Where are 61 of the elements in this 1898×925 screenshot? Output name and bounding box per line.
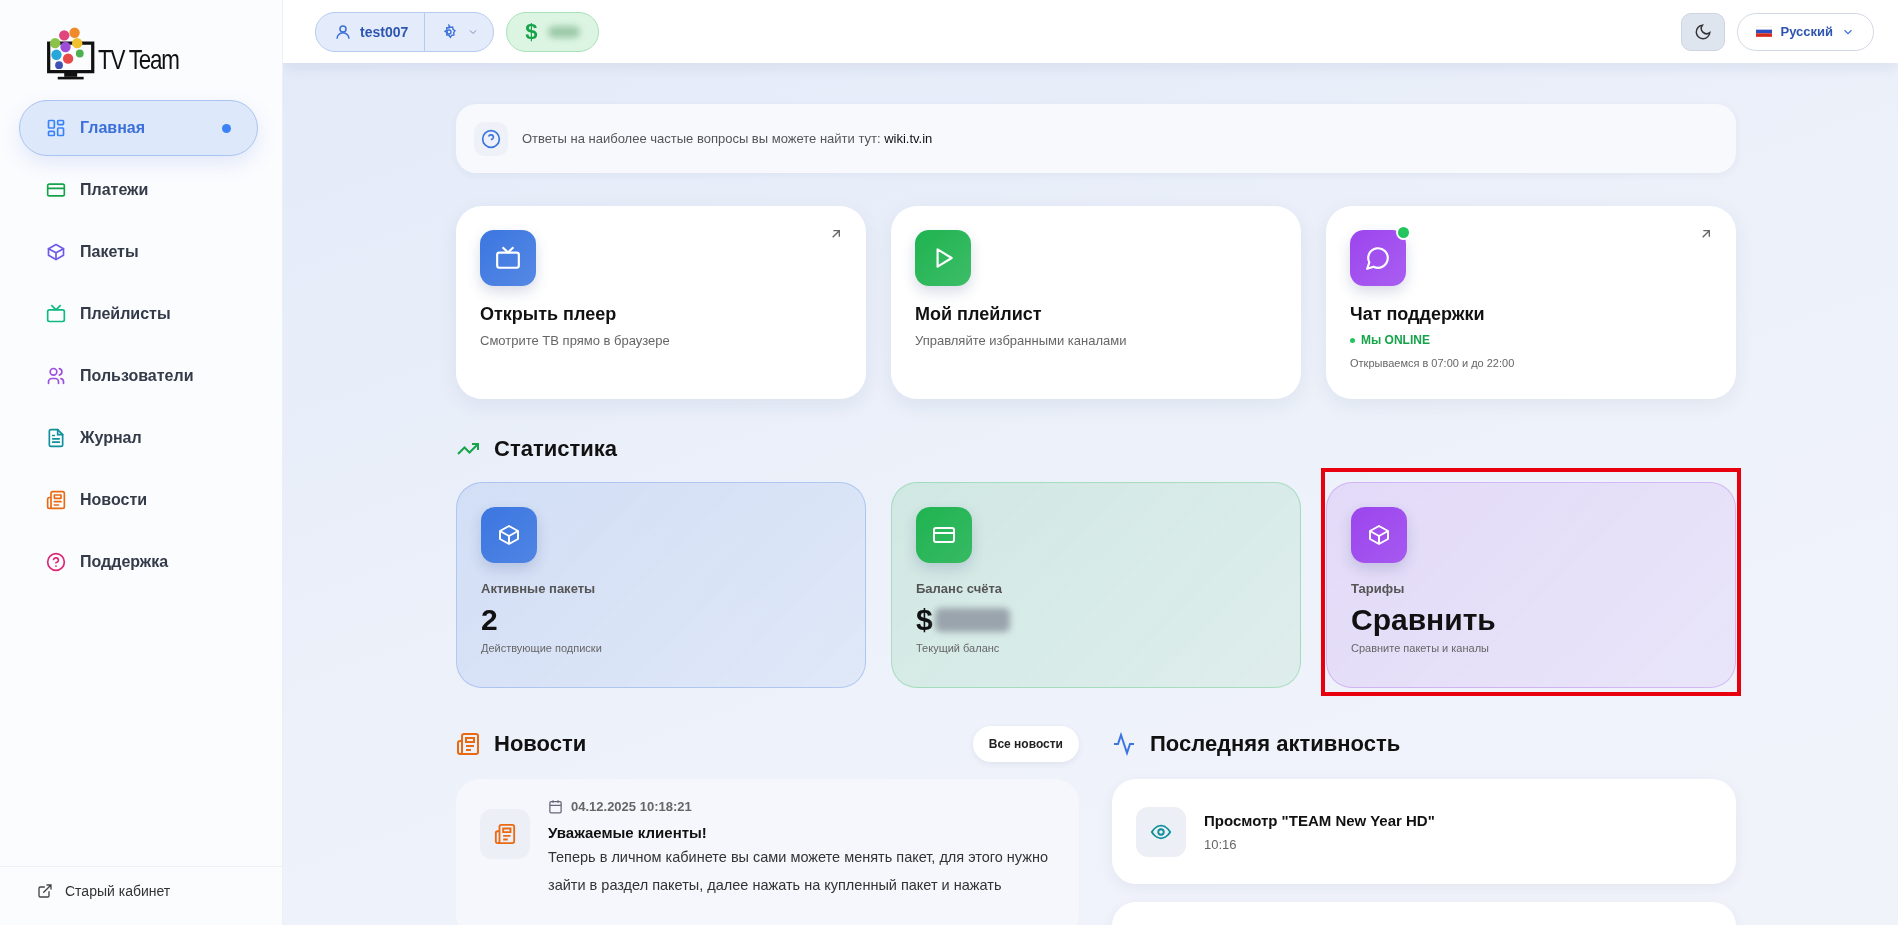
sidebar-item[interactable]: Поддержка [19, 534, 258, 590]
sidebar-item[interactable]: Пакеты [19, 224, 258, 280]
card-title: Мой плейлист [915, 304, 1043, 325]
card-subtitle: Смотрите ТВ прямо в браузере [480, 333, 671, 348]
stat-label: Баланс счёта [916, 581, 1004, 596]
stat-card[interactable]: Тарифы Сравнить Сравните пакеты и каналы [1326, 482, 1736, 688]
dollar-sign: $ [525, 18, 538, 45]
sidebar-item[interactable]: Новости [19, 472, 258, 528]
old-cabinet-link[interactable]: Старый кабинет [37, 883, 171, 899]
active-dot [222, 123, 231, 133]
stat-label: Тарифы [1351, 581, 1406, 596]
sidebar-item[interactable]: Плейлисты [19, 286, 258, 342]
help-icon [481, 128, 501, 149]
settings-icon [441, 23, 458, 40]
activity-icon [1112, 732, 1136, 756]
flag-icon [1756, 26, 1773, 37]
wiki-link[interactable]: wiki.tv.in [884, 131, 933, 146]
activity-time: 10:16 [1204, 836, 1238, 852]
logo-text: TV Team [98, 44, 179, 76]
user-icon [334, 22, 352, 41]
card-subtitle: Открываемся в 07:00 и до 22:00 [1350, 357, 1516, 369]
activity-title: Просмотр "TEAM New Year HD" [1204, 811, 1435, 829]
stat-note: Сравните пакеты и каналы [1351, 642, 1490, 654]
quick-card[interactable]: Открыть плеер Смотрите ТВ прямо в браузере [456, 206, 866, 399]
sidebar-item[interactable]: Главная [19, 100, 258, 156]
quick-card[interactable]: Чат поддержки Мы ONLINE Открываемся в 07:00 и до 22:00 [1326, 206, 1736, 399]
stat-card[interactable]: Активные пакеты 2 Действующие подписки [456, 482, 866, 688]
stat-value: 2 [481, 603, 498, 637]
stat-note: Текущий баланс [916, 642, 1001, 654]
stat-card[interactable]: Баланс счёта $ Текущий баланс [891, 482, 1301, 688]
moon-icon [1694, 22, 1713, 41]
sidebar-item[interactable]: Журнал [19, 410, 258, 466]
quick-card[interactable]: Мой плейлист Управляйте избранными каналами [891, 206, 1301, 399]
box-icon [1367, 523, 1391, 547]
newspaper-icon [494, 823, 516, 845]
news-date: 04.12.2025 10:18:21 [571, 799, 692, 814]
news-text: Теперь в личном кабинете вы сами можете менять пакет, для этого нужно зайти в раздел пакеты, далее нажать на купленный пакет и нажать [548, 848, 1050, 895]
section-title: Статистика [494, 436, 617, 462]
language-select[interactable]: Русский [1737, 12, 1874, 51]
calendar-icon [548, 799, 563, 814]
news-title: Уважаемые клиенты! [548, 824, 708, 841]
stat-note: Действующие подписки [481, 642, 603, 654]
tv-icon [495, 245, 521, 271]
section-title: Последняя активность [1150, 731, 1401, 757]
sidebar-item[interactable]: Пользователи [19, 348, 258, 404]
theme-toggle-button[interactable] [1681, 12, 1726, 51]
card-subtitle: Управляйте избранными каналами [915, 333, 1128, 348]
stat-value: Сравнить [1351, 603, 1496, 637]
all-news-button[interactable]: Все новости [972, 726, 1079, 762]
newspaper-icon [456, 732, 480, 756]
help-text: Ответы на наиболее частые вопросы вы можете найти тут: wiki.tv.in [522, 131, 933, 146]
stat-value: $ [916, 603, 933, 637]
status-text: Мы ONLINE [1350, 333, 1712, 347]
section-title: Новости [494, 731, 587, 757]
box-icon [497, 523, 521, 547]
card-title: Открыть плеер [480, 304, 618, 325]
card-title: Чат поддержки [1350, 304, 1486, 325]
sidebar-item[interactable]: Платежи [19, 162, 258, 218]
stat-label: Активные пакеты [481, 581, 597, 596]
external-link-icon [37, 883, 53, 899]
chat-bubble-icon [1365, 245, 1391, 271]
